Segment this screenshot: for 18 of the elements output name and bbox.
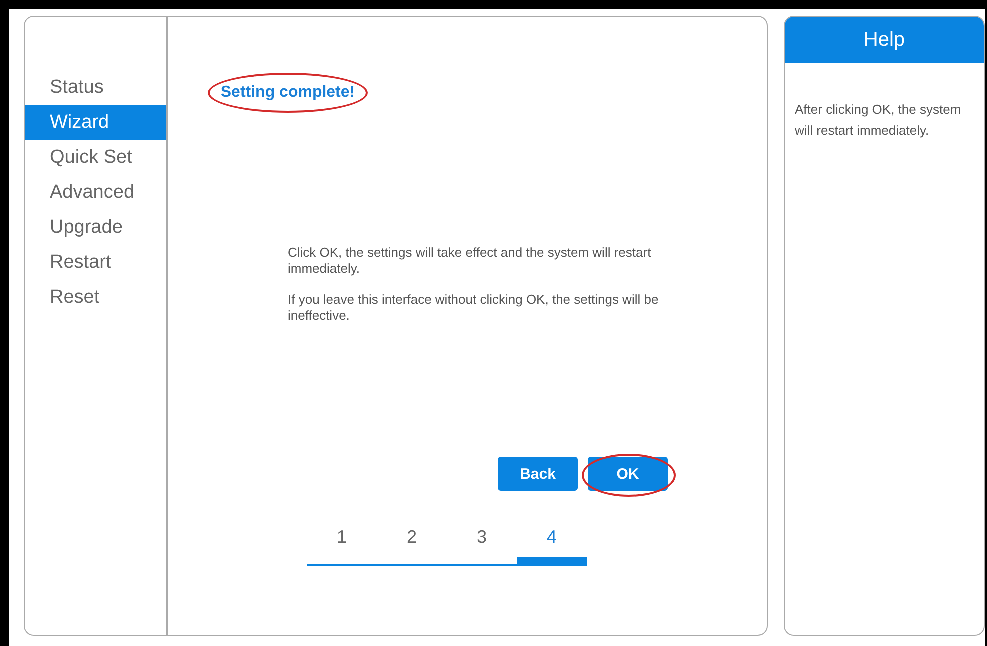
sidebar-item[interactable]: Status bbox=[25, 70, 166, 105]
page-title: Setting complete! bbox=[220, 84, 356, 102]
step-number: 2 bbox=[406, 527, 417, 549]
step-number: 3 bbox=[476, 527, 487, 549]
step-number: 1 bbox=[336, 527, 347, 549]
sidebar-item[interactable]: Upgrade bbox=[25, 210, 166, 245]
help-text: After clicking OK, the system will restart immediately. bbox=[795, 101, 962, 140]
sidebar-item[interactable]: Advanced bbox=[25, 175, 166, 210]
sidebar-item[interactable]: Reset bbox=[25, 280, 166, 315]
message-text: Click OK, the settings will take effect and the system will restart immediately. bbox=[288, 245, 652, 277]
help-title: Help bbox=[785, 17, 984, 63]
wizard-button[interactable]: OK bbox=[588, 457, 668, 491]
message-text: If you leave this interface without clicking OK, the settings will be ineffective. bbox=[288, 292, 660, 324]
sidebar-item[interactable]: Quick Set bbox=[25, 140, 166, 175]
step-number: 4 bbox=[546, 527, 557, 549]
sidebar-item[interactable]: Restart bbox=[25, 245, 166, 280]
sidebar-item[interactable]: Wizard bbox=[25, 105, 166, 140]
wizard-button[interactable]: Back bbox=[498, 457, 578, 491]
